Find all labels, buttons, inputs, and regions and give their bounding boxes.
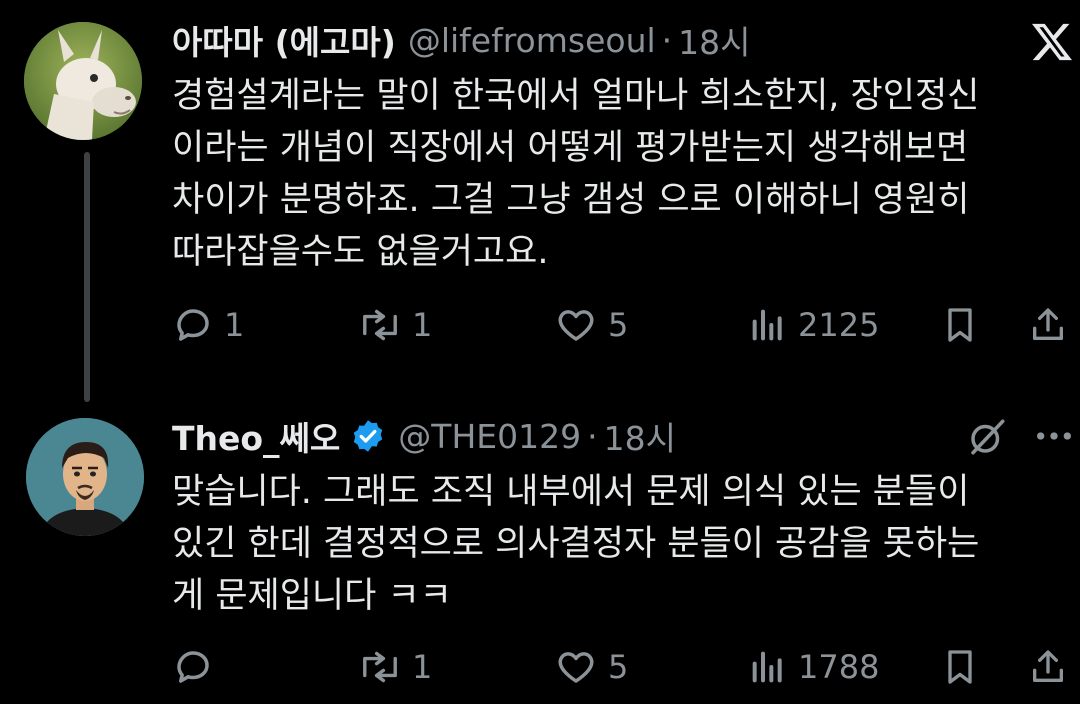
views-chart-icon [752,309,782,341]
bookmark-icon [948,650,972,684]
bookmark-button[interactable] [940,300,980,350]
views-chart-icon [752,651,782,683]
more-icon[interactable] [1034,424,1074,452]
heart-icon [558,310,594,341]
share-button[interactable] [1028,642,1068,692]
views-button[interactable]: 1788 [748,642,879,692]
reply-button[interactable] [172,642,224,692]
like-button[interactable]: 5 [554,300,628,350]
reply-icon [177,309,209,341]
author-name[interactable]: 아따마 (에고마) [172,16,396,64]
tweet-actions: 1 5 1788 [172,642,1072,692]
retweet-count: 1 [412,306,433,344]
tweet-header: 아따마 (에고마) @lifefromseoul · 18시 [172,16,751,64]
reply-count: 1 [224,306,245,344]
verified-badge-icon [350,418,386,454]
bookmark-button[interactable] [940,642,980,692]
reply-icon [177,651,209,683]
author-avatar[interactable] [26,418,144,536]
separator-dot: · [661,20,673,60]
like-count: 5 [608,306,629,344]
tweet-2[interactable]: Theo_쎄오 @THE0129 · 18시 맞습니다. 그래도 조직 내부에서… [0,400,1080,704]
llama-avatar-icon [24,22,142,140]
x-logo-icon[interactable] [1030,22,1074,66]
thread-connector-line [84,152,90,402]
timestamp[interactable]: 18시 [604,412,676,460]
timestamp[interactable]: 18시 [678,16,750,64]
author-handle[interactable]: @THE0129 [398,417,581,456]
view-count: 2125 [798,306,880,344]
bookmark-icon [948,308,972,342]
view-count: 1788 [798,648,880,686]
share-icon [1033,308,1063,340]
cartoon-man-avatar-icon [26,418,144,536]
retweet-icon [363,309,397,341]
author-avatar[interactable] [24,22,142,140]
like-button[interactable]: 5 [554,642,628,692]
tweet-text: 경험설계라는 말이 한국에서 얼마나 희소한지, 장인정신 이라는 개념이 직장… [172,76,980,272]
reply-button[interactable]: 1 [172,300,244,350]
retweet-button[interactable]: 1 [358,642,432,692]
author-name[interactable]: Theo_쎄오 [172,412,340,460]
retweet-icon [363,651,397,683]
separator-dot: · [587,416,598,456]
like-count: 5 [608,648,629,686]
author-handle[interactable]: @lifefromseoul [408,21,656,60]
tweet-actions: 1 1 5 2125 [172,300,1072,350]
tweet-text: 맞습니다. 그래도 조직 내부에서 문제 의식 있는 분들이 있긴 한데 결정적… [172,472,980,616]
retweet-count: 1 [412,648,433,686]
retweet-button[interactable]: 1 [358,300,432,350]
tweet-1[interactable]: 아따마 (에고마) @lifefromseoul · 18시 경험설계라는 말이… [0,0,1080,380]
grok-icon[interactable] [966,416,1008,462]
heart-icon [558,652,594,683]
tweet-header: Theo_쎄오 @THE0129 · 18시 [172,412,676,460]
share-button[interactable] [1028,300,1068,350]
share-icon [1033,650,1063,682]
views-button[interactable]: 2125 [748,300,879,350]
